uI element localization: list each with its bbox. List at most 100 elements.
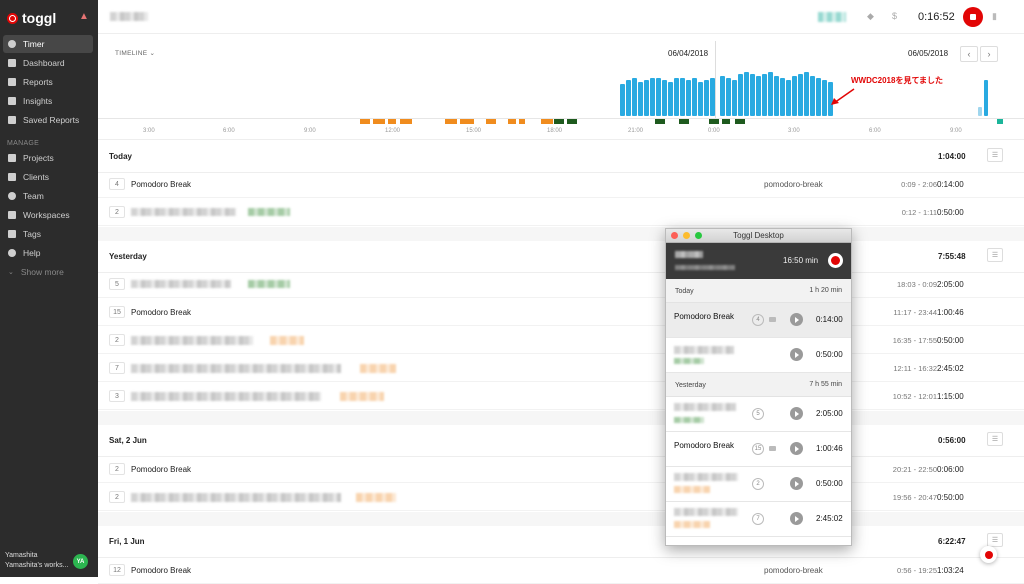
- table-row[interactable]: 5 18:03 - 0:09 2:05:00: [98, 270, 1024, 298]
- time-entry-segment[interactable]: [360, 119, 370, 124]
- time-entry-segment[interactable]: [554, 119, 564, 124]
- maximize-window-icon[interactable]: [695, 232, 702, 239]
- trash-icon[interactable]: ▮: [992, 11, 997, 22]
- time-entry-segment[interactable]: [679, 119, 689, 124]
- entry-project-blurred[interactable]: [270, 336, 304, 345]
- sidebar-item-workspaces[interactable]: Workspaces: [3, 206, 93, 224]
- notification-badge-icon[interactable]: [980, 546, 997, 563]
- time-entry-segment[interactable]: [486, 119, 496, 124]
- entry-duration[interactable]: 0:50:00: [937, 208, 964, 217]
- desktop-entry-count[interactable]: 5: [752, 408, 764, 420]
- toggl-logo[interactable]: toggl: [7, 10, 56, 26]
- play-icon[interactable]: [790, 313, 803, 326]
- timeline-dropdown[interactable]: TIMELINE ⌄: [115, 49, 155, 57]
- sidebar-item-reports[interactable]: Reports: [3, 73, 93, 91]
- desktop-entry-count[interactable]: 2: [752, 478, 764, 490]
- entry-count[interactable]: 2: [109, 491, 125, 503]
- time-entry-segment[interactable]: [722, 119, 730, 124]
- time-entry-segment[interactable]: [519, 119, 525, 124]
- group-toggle-icon[interactable]: ☰: [987, 432, 1003, 446]
- sidebar-item-saved-reports[interactable]: Saved Reports: [3, 111, 93, 129]
- desktop-entry-count[interactable]: 7: [752, 513, 764, 525]
- entry-description-blurred[interactable]: [131, 392, 321, 401]
- stop-timer-button[interactable]: [963, 7, 983, 27]
- play-icon[interactable]: [790, 512, 803, 525]
- entry-duration[interactable]: 0:50:00: [937, 336, 964, 345]
- time-entry-segment[interactable]: [508, 119, 516, 124]
- timeline-prev-button[interactable]: ‹: [960, 46, 978, 62]
- table-row[interactable]: 2 16:35 - 17:55 0:50:00: [98, 326, 1024, 354]
- entry-count[interactable]: 7: [109, 362, 125, 374]
- avatar[interactable]: YA: [73, 554, 88, 569]
- entry-duration[interactable]: 0:14:00: [937, 180, 964, 189]
- billable-dollar-icon[interactable]: $: [892, 11, 897, 21]
- current-entry-description-blurred[interactable]: [110, 12, 148, 21]
- desktop-list-item[interactable]: Pomodoro Break 4 0:14:00: [666, 303, 851, 338]
- group-toggle-icon[interactable]: ☰: [987, 533, 1003, 547]
- running-project-blurred[interactable]: [675, 265, 735, 270]
- entry-project[interactable]: pomodoro-break: [764, 180, 823, 189]
- entry-project-blurred[interactable]: [356, 493, 396, 502]
- entry-count[interactable]: 12: [109, 564, 125, 576]
- play-icon[interactable]: [790, 407, 803, 420]
- table-row[interactable]: 7 12:11 - 16:32 2:45:02: [98, 354, 1024, 382]
- sidebar-item-team[interactable]: Team: [3, 187, 93, 205]
- play-icon[interactable]: [790, 348, 803, 361]
- desktop-list-item[interactable]: 7 2:45:02: [666, 502, 851, 537]
- entry-count[interactable]: 15: [109, 306, 125, 318]
- desktop-list-item[interactable]: 5 2:05:00: [666, 397, 851, 432]
- sidebar-item-timer[interactable]: Timer: [3, 35, 93, 53]
- desktop-stop-button[interactable]: [828, 253, 843, 268]
- entry-description[interactable]: Pomodoro Break: [131, 566, 191, 575]
- entry-duration[interactable]: 1:15:00: [937, 392, 964, 401]
- sidebar-item-dashboard[interactable]: Dashboard: [3, 54, 93, 72]
- time-entry-segment[interactable]: [567, 119, 577, 124]
- group-toggle-icon[interactable]: ☰: [987, 148, 1003, 162]
- desktop-entry-count[interactable]: 4: [752, 314, 764, 326]
- entry-count[interactable]: 5: [109, 278, 125, 290]
- entry-project-blurred[interactable]: [248, 280, 290, 288]
- entry-duration[interactable]: 0:50:00: [937, 493, 964, 502]
- time-entry-segment[interactable]: [735, 119, 745, 124]
- user-info[interactable]: Yamashita Yamashita's works...: [5, 551, 68, 571]
- sidebar-item-projects[interactable]: Projects: [3, 149, 93, 167]
- desktop-entry-count[interactable]: 15: [752, 443, 764, 455]
- entry-count[interactable]: 2: [109, 334, 125, 346]
- entry-project-blurred[interactable]: [248, 208, 290, 216]
- entry-count[interactable]: 2: [109, 206, 125, 218]
- project-pill-blurred[interactable]: [818, 12, 846, 22]
- time-entry-segment[interactable]: [445, 119, 457, 124]
- entry-duration[interactable]: 0:06:00: [937, 465, 964, 474]
- group-toggle-icon[interactable]: ☰: [987, 248, 1003, 262]
- sidebar-item-clients[interactable]: Clients: [3, 168, 93, 186]
- entry-description-blurred[interactable]: [131, 208, 236, 216]
- running-entry-blurred[interactable]: [675, 251, 703, 258]
- table-row[interactable]: 12 Pomodoro Break pomodoro-break 0:56 - …: [98, 556, 1024, 584]
- entry-description-blurred[interactable]: [131, 336, 253, 345]
- desktop-list-item[interactable]: Pomodoro Break 15 1:00:46: [666, 432, 851, 467]
- entry-count[interactable]: 4: [109, 178, 125, 190]
- entry-description[interactable]: Pomodoro Break: [131, 180, 191, 189]
- table-row[interactable]: 3 10:52 - 12:01 1:15:00: [98, 382, 1024, 410]
- entry-project[interactable]: pomodoro-break: [764, 566, 823, 575]
- desktop-list-item[interactable]: 0:50:00: [666, 338, 851, 373]
- sidebar-item-tags[interactable]: Tags: [3, 225, 93, 243]
- time-entry-segment[interactable]: [997, 119, 1003, 124]
- sidebar-item-show-more[interactable]: ⌄ Show more: [3, 263, 93, 281]
- table-row[interactable]: 4 Pomodoro Break pomodoro-break 0:09 - 2…: [98, 170, 1024, 198]
- time-entry-segment[interactable]: [541, 119, 553, 124]
- entry-duration[interactable]: 1:00:46: [937, 308, 964, 317]
- entry-count[interactable]: 2: [109, 463, 125, 475]
- window-titlebar[interactable]: Toggl Desktop: [666, 229, 851, 243]
- entry-description-blurred[interactable]: [131, 280, 231, 288]
- time-entry-segment[interactable]: [460, 119, 474, 124]
- tag-icon[interactable]: ◆: [867, 11, 874, 22]
- entry-description[interactable]: Pomodoro Break: [131, 308, 191, 317]
- close-window-icon[interactable]: [671, 232, 678, 239]
- desktop-list-item[interactable]: 2 0:50:00: [666, 467, 851, 502]
- timeline-next-button[interactable]: ›: [980, 46, 998, 62]
- entry-description-blurred[interactable]: [131, 493, 341, 502]
- entry-duration[interactable]: 2:05:00: [937, 280, 964, 289]
- time-entry-segment[interactable]: [373, 119, 385, 124]
- minimize-window-icon[interactable]: [683, 232, 690, 239]
